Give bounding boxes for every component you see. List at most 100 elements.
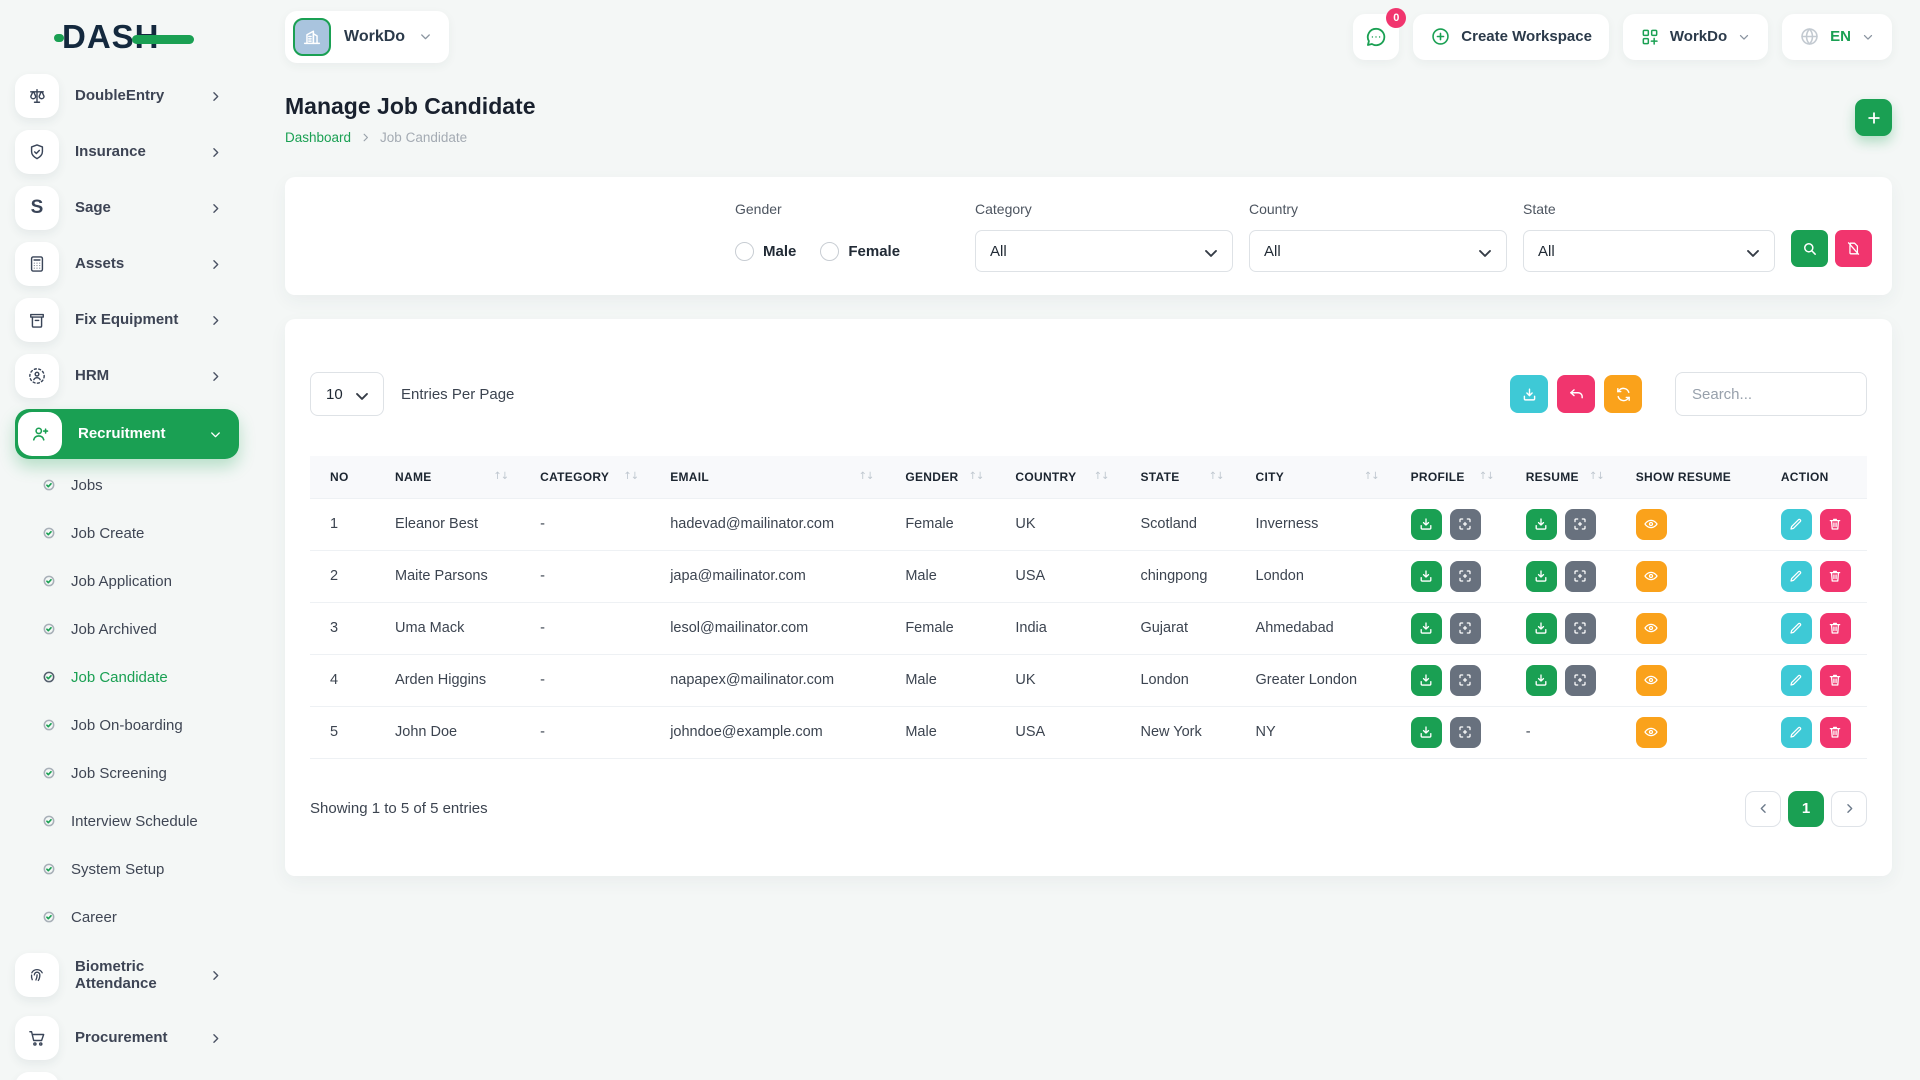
profile-download-button[interactable] — [1411, 509, 1442, 540]
sidebar-item-biometric-attendance[interactable]: Biometric Attendance — [15, 945, 239, 1005]
sidebar-subitem-job-create[interactable]: Job Create — [15, 509, 245, 557]
profile-download-button[interactable] — [1411, 717, 1442, 748]
category-select[interactable]: All — [975, 230, 1233, 272]
add-candidate-button[interactable] — [1855, 99, 1892, 136]
show-resume-button[interactable] — [1636, 665, 1667, 696]
previous-page-button[interactable] — [1745, 791, 1781, 827]
resume-download-button[interactable] — [1526, 509, 1557, 540]
show-resume-button[interactable] — [1636, 509, 1667, 540]
reset-filter-button[interactable] — [1835, 230, 1872, 267]
resume-download-button[interactable] — [1526, 561, 1557, 592]
pencil-icon — [1788, 516, 1804, 532]
sort-icon[interactable]: ↑↓ — [493, 471, 508, 482]
profile-scan-button[interactable] — [1450, 613, 1481, 644]
gender-label: Gender — [735, 201, 959, 217]
sidebar-subitem-job-application[interactable]: Job Application — [15, 557, 245, 605]
sidebar-item-procurement[interactable]: Procurement — [15, 1015, 239, 1061]
sidebar-subitem-system-setup[interactable]: System Setup — [15, 845, 245, 893]
cell-no: 5 — [310, 706, 375, 758]
sidebar-item-insurance[interactable]: Insurance — [15, 129, 239, 175]
sidebar-item-fix-equipment[interactable]: Fix Equipment — [15, 297, 239, 343]
sidebar-subitem-job-screening[interactable]: Job Screening — [15, 749, 245, 797]
profile-scan-button[interactable] — [1450, 561, 1481, 592]
resume-scan-button[interactable] — [1565, 561, 1596, 592]
table-search-input[interactable] — [1675, 372, 1867, 416]
sort-icon[interactable]: ↑↓ — [1589, 471, 1604, 482]
profile-scan-button[interactable] — [1450, 717, 1481, 748]
profile-download-button[interactable] — [1411, 665, 1442, 696]
delete-button[interactable] — [1820, 561, 1851, 592]
search-icon — [1801, 240, 1818, 257]
edit-button[interactable] — [1781, 613, 1812, 644]
sidebar-subitem-jobs[interactable]: Jobs — [15, 461, 245, 509]
sidebar-subitem-job-onboarding[interactable]: Job On-boarding — [15, 701, 245, 749]
next-page-button[interactable] — [1831, 791, 1867, 827]
country-select[interactable]: All — [1249, 230, 1507, 272]
sidebar-item-partial[interactable] — [15, 1071, 239, 1080]
gender-female-radio[interactable] — [820, 242, 839, 261]
breadcrumb-dashboard-link[interactable]: Dashboard — [285, 130, 351, 145]
sidebar-item-assets[interactable]: Assets — [15, 241, 239, 287]
sidebar-item-sage[interactable]: S Sage — [15, 185, 239, 231]
sidebar-subitem-job-candidate[interactable]: Job Candidate — [15, 653, 245, 701]
delete-button[interactable] — [1820, 665, 1851, 696]
cell-profile — [1391, 550, 1506, 602]
pencil-icon — [1788, 672, 1804, 688]
entries-per-page-select[interactable]: 10 — [310, 372, 384, 416]
sidebar-subitem-job-archived[interactable]: Job Archived — [15, 605, 245, 653]
cell-country: UK — [995, 654, 1120, 706]
page-1-button[interactable]: 1 — [1788, 791, 1824, 827]
state-select[interactable]: All — [1523, 230, 1775, 272]
refresh-button[interactable] — [1604, 375, 1642, 413]
col-no: NO — [310, 456, 375, 498]
resume-scan-button[interactable] — [1565, 613, 1596, 644]
sort-icon[interactable]: ↑↓ — [1209, 471, 1224, 482]
apply-filter-button[interactable] — [1791, 230, 1828, 267]
profile-download-button[interactable] — [1411, 613, 1442, 644]
workspace-menu-button[interactable]: WorkDo — [1623, 14, 1768, 60]
edit-button[interactable] — [1781, 665, 1812, 696]
create-workspace-button[interactable]: Create Workspace — [1413, 14, 1609, 60]
cell-profile — [1391, 706, 1506, 758]
edit-button[interactable] — [1781, 509, 1812, 540]
profile-download-button[interactable] — [1411, 561, 1442, 592]
resume-scan-button[interactable] — [1565, 509, 1596, 540]
language-button[interactable]: EN — [1782, 14, 1892, 60]
sort-icon[interactable]: ↑↓ — [969, 471, 984, 482]
delete-button[interactable] — [1820, 509, 1851, 540]
workspace-selector[interactable]: WorkDo — [285, 11, 449, 63]
sidebar-item-hrm[interactable]: HRM — [15, 353, 239, 399]
show-resume-button[interactable] — [1636, 717, 1667, 748]
messages-button[interactable]: 0 — [1353, 14, 1399, 60]
export-button[interactable] — [1510, 375, 1548, 413]
left-column: DASH DoubleEntry Insurance S Sage Assets… — [0, 0, 245, 1080]
sort-icon[interactable]: ↑↓ — [1364, 471, 1379, 482]
sidebar-subitem-interview-schedule[interactable]: Interview Schedule — [15, 797, 245, 845]
sidebar-subitem-career[interactable]: Career — [15, 893, 245, 941]
delete-button[interactable] — [1820, 613, 1851, 644]
profile-scan-button[interactable] — [1450, 665, 1481, 696]
edit-button[interactable] — [1781, 561, 1812, 592]
gender-female-option[interactable]: Female — [820, 242, 900, 261]
chevron-right-icon — [1842, 801, 1857, 816]
gender-male-radio[interactable] — [735, 242, 754, 261]
undo-button[interactable] — [1557, 375, 1595, 413]
edit-button[interactable] — [1781, 717, 1812, 748]
table-footer: Showing 1 to 5 of 5 entries 1 — [310, 791, 1867, 827]
resume-scan-button[interactable] — [1565, 665, 1596, 696]
sort-icon[interactable]: ↑↓ — [623, 471, 638, 482]
sidebar-item-doubleentry[interactable]: DoubleEntry — [15, 73, 239, 119]
sort-icon[interactable]: ↑↓ — [859, 471, 874, 482]
gender-male-option[interactable]: Male — [735, 242, 796, 261]
show-resume-button[interactable] — [1636, 613, 1667, 644]
sort-icon[interactable]: ↑↓ — [1094, 471, 1109, 482]
sort-icon[interactable]: ↑↓ — [1479, 471, 1494, 482]
cell-show-resume — [1616, 498, 1761, 550]
resume-download-button[interactable] — [1526, 665, 1557, 696]
cell-country: USA — [995, 706, 1120, 758]
profile-scan-button[interactable] — [1450, 509, 1481, 540]
sidebar-item-recruitment[interactable]: Recruitment — [15, 409, 239, 459]
resume-download-button[interactable] — [1526, 613, 1557, 644]
delete-button[interactable] — [1820, 717, 1851, 748]
show-resume-button[interactable] — [1636, 561, 1667, 592]
